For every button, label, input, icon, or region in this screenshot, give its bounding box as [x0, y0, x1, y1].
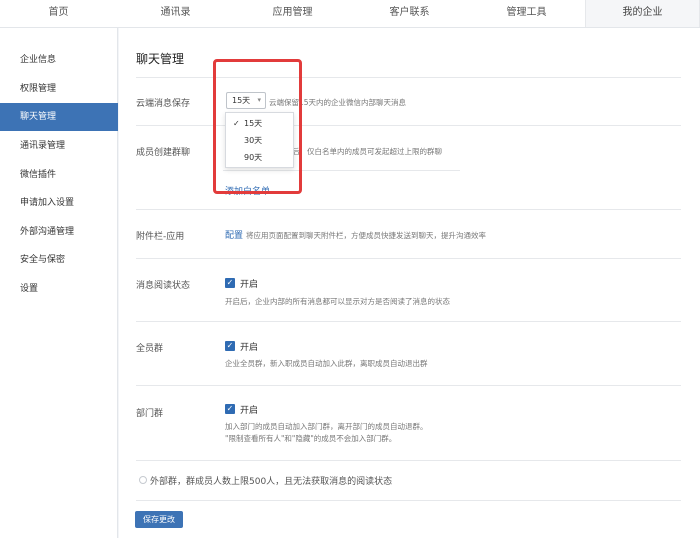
read-status-checkbox-label: 开启 — [240, 280, 259, 290]
all-group-checkbox[interactable]: ✓ — [225, 341, 235, 351]
cloud-storage-desc: 云端保留15天内的企业微信内部聊天消息 — [269, 98, 407, 107]
read-status-label: 消息阅读状态 — [136, 281, 191, 291]
divider — [136, 125, 681, 126]
sidebar-item-settings[interactable]: 设置 — [0, 275, 118, 303]
dept-group-label: 部门群 — [136, 409, 164, 419]
attachment-label: 附件栏-应用 — [136, 232, 185, 242]
page-title: 聊天管理 — [136, 52, 185, 66]
chevron-down-icon: ▾ — [257, 96, 261, 104]
group-create-label: 成员创建群聊 — [136, 148, 191, 158]
divider — [136, 460, 681, 461]
tab-management-tools[interactable]: 管理工具 — [468, 0, 585, 27]
dept-group-desc-2: "限制查看所有人"和"隐藏"的成员不会加入部门群。 — [225, 434, 397, 443]
dropdown-option-90[interactable]: 90天 — [226, 149, 293, 166]
sidebar-item-contacts-management[interactable]: 通讯录管理 — [0, 132, 118, 160]
dropdown-option-label: 15天 — [244, 119, 263, 128]
sidebar-item-join-settings[interactable]: 申请加入设置 — [0, 189, 118, 217]
dept-group-checkbox-label: 开启 — [240, 406, 259, 416]
main-panel: 聊天管理 云端消息保存 15天 ▾ 云端保留15天内的企业微信内部聊天消息 成员… — [119, 28, 700, 538]
all-group-desc: 企业全员群，新入职成员自动加入此群，离职成员自动退出群 — [225, 359, 428, 368]
sidebar-item-chat-management[interactable]: 聊天管理 — [0, 103, 118, 131]
tab-home[interactable]: 首页 — [0, 0, 117, 27]
add-whitelist-link[interactable]: 添加白名单 — [225, 184, 270, 197]
tab-app-management[interactable]: 应用管理 — [234, 0, 351, 27]
sidebar-item-wechat-plugin[interactable]: 微信插件 — [0, 161, 118, 189]
attachment-desc: 将应用页面配置到聊天附件栏，方便成员快捷发送到聊天，提升沟通效率 — [246, 231, 486, 240]
dept-group-checkbox[interactable]: ✓ — [225, 404, 235, 414]
cloud-storage-label: 云端消息保存 — [136, 99, 191, 109]
dept-group-desc-1: 加入部门的成员自动加入部门群，离开部门的成员自动退群。 — [225, 422, 428, 431]
top-nav: 首页 通讯录 应用管理 客户联系 管理工具 我的企业 — [0, 0, 700, 28]
divider — [136, 500, 681, 501]
read-status-checkbox[interactable]: ✓ — [225, 278, 235, 288]
all-group-checkbox-label: 开启 — [240, 343, 259, 353]
storage-duration-dropdown: ✓ 15天 30天 90天 — [225, 112, 294, 168]
all-group-label: 全员群 — [136, 344, 164, 354]
sidebar-item-enterprise-info[interactable]: 企业信息 — [0, 46, 118, 74]
tab-contacts[interactable]: 通讯录 — [117, 0, 234, 27]
read-status-desc: 开启后，企业内部的所有消息都可以显示对方是否阅读了消息的状态 — [225, 297, 450, 306]
dropdown-option-15[interactable]: ✓ 15天 — [226, 115, 293, 132]
divider — [136, 77, 681, 78]
check-icon: ✓ — [233, 119, 240, 128]
sidebar-item-external-communication[interactable]: 外部沟通管理 — [0, 218, 118, 246]
divider — [136, 321, 681, 322]
storage-duration-value: 15天 — [232, 96, 251, 105]
sidebar-item-security[interactable]: 安全与保密 — [0, 246, 118, 274]
divider — [223, 170, 460, 171]
divider — [136, 385, 681, 386]
save-button[interactable]: 保存更改 — [135, 511, 183, 528]
tab-my-enterprise[interactable]: 我的企业 — [585, 0, 700, 27]
tab-customer-contact[interactable]: 客户联系 — [351, 0, 468, 27]
external-group-radio[interactable] — [139, 476, 147, 484]
sidebar: 企业信息 权限管理 聊天管理 通讯录管理 微信插件 申请加入设置 外部沟通管理 … — [0, 28, 118, 538]
group-create-desc: 设置后，仅白名单内的成员可发起超过上限的群聊 — [277, 147, 442, 156]
sidebar-item-permissions[interactable]: 权限管理 — [0, 75, 118, 103]
divider — [136, 258, 681, 259]
dropdown-option-30[interactable]: 30天 — [226, 132, 293, 149]
storage-duration-select[interactable]: 15天 ▾ — [226, 92, 266, 109]
external-group-label: 外部群，群成员人数上限500人，且无法获取消息的阅读状态 — [150, 477, 393, 487]
divider — [136, 209, 681, 210]
configure-link[interactable]: 配置 — [225, 228, 243, 241]
